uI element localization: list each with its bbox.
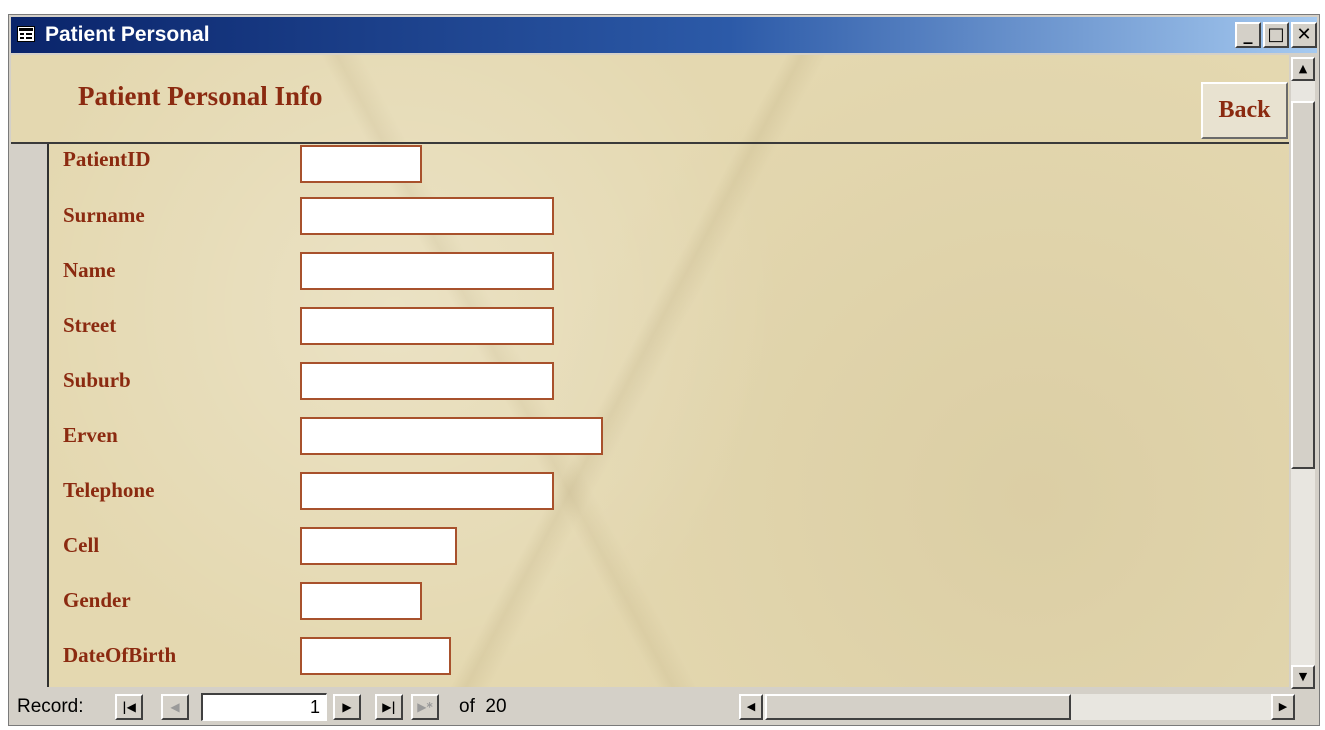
back-button[interactable]: Back [1201, 82, 1288, 139]
title-bar[interactable]: Patient Personal _ □ ✕ [11, 17, 1317, 53]
maximize-icon: □ [1267, 24, 1285, 45]
scroll-up-button[interactable]: ▲ [1291, 57, 1315, 81]
scroll-down-button[interactable]: ▼ [1291, 665, 1315, 689]
gender-input[interactable] [300, 582, 422, 620]
last-record-icon: ▶| [382, 700, 396, 714]
label-surname: Surname [63, 203, 145, 227]
total-records: 20 [485, 696, 507, 717]
cell-input[interactable] [300, 527, 457, 565]
left-arrow-icon: ◀ [746, 700, 756, 713]
label-cell: Cell [63, 533, 100, 557]
patient-personal-window: Patient Personal _ □ ✕ Patient Personal … [8, 14, 1320, 726]
label-name: Name [63, 258, 116, 282]
previous-record-button[interactable]: ◀ [161, 694, 189, 720]
close-button[interactable]: ✕ [1291, 22, 1317, 48]
minimize-button[interactable]: _ [1235, 22, 1261, 48]
form-title: Patient Personal Info [78, 81, 323, 111]
surname-input[interactable] [300, 197, 554, 235]
suburb-input[interactable] [300, 362, 554, 400]
right-arrow-icon: ▶ [1278, 700, 1288, 713]
new-record-icon: ▶* [417, 700, 433, 714]
record-navigation-bar: Record: |◀ ◀ 1 ▶ ▶| ▶* of 20 ◀ ▶ [11, 689, 1317, 723]
label-suburb: Suburb [63, 368, 131, 392]
vertical-scrollbar[interactable]: ▲ ▼ [1291, 57, 1315, 689]
form-icon [17, 26, 35, 42]
up-arrow-icon: ▲ [1298, 62, 1308, 75]
label-street: Street [63, 313, 117, 337]
maximize-button[interactable]: □ [1263, 22, 1289, 48]
scroll-left-button[interactable]: ◀ [739, 694, 763, 720]
patient-id-input[interactable] [300, 145, 422, 183]
label-patient-id: PatientID [63, 147, 151, 171]
down-arrow-icon: ▼ [1298, 670, 1308, 683]
record-selector[interactable] [11, 144, 49, 687]
record-label: Record: [17, 696, 84, 717]
current-record-field[interactable]: 1 [201, 693, 327, 721]
window-title: Patient Personal [45, 23, 210, 46]
close-icon: ✕ [1296, 24, 1312, 45]
label-gender: Gender [63, 588, 131, 612]
vertical-scroll-thumb[interactable] [1291, 101, 1315, 469]
last-record-button[interactable]: ▶| [375, 694, 403, 720]
next-record-button[interactable]: ▶ [333, 694, 361, 720]
street-input[interactable] [300, 307, 554, 345]
new-record-button[interactable]: ▶* [411, 694, 439, 720]
horizontal-scrollbar[interactable]: ◀ ▶ [739, 694, 1295, 720]
scroll-right-button[interactable]: ▶ [1271, 694, 1295, 720]
label-erven: Erven [63, 423, 118, 447]
form-body: Patient Personal Info Back PatientID Sur… [11, 55, 1289, 687]
erven-input[interactable] [300, 417, 603, 455]
telephone-input[interactable] [300, 472, 554, 510]
first-record-icon: |◀ [122, 700, 136, 714]
label-telephone: Telephone [63, 478, 155, 502]
previous-record-icon: ◀ [170, 700, 180, 714]
date-of-birth-input[interactable] [300, 637, 451, 675]
minimize-icon: _ [1243, 24, 1253, 45]
label-date-of-birth: DateOfBirth [63, 643, 177, 667]
first-record-button[interactable]: |◀ [115, 694, 143, 720]
form-header: Patient Personal Info Back [11, 55, 1289, 144]
of-label: of [459, 696, 475, 717]
record-count: of 20 [459, 696, 507, 718]
next-record-icon: ▶ [342, 700, 352, 714]
horizontal-scroll-thumb[interactable] [765, 694, 1071, 720]
name-input[interactable] [300, 252, 554, 290]
